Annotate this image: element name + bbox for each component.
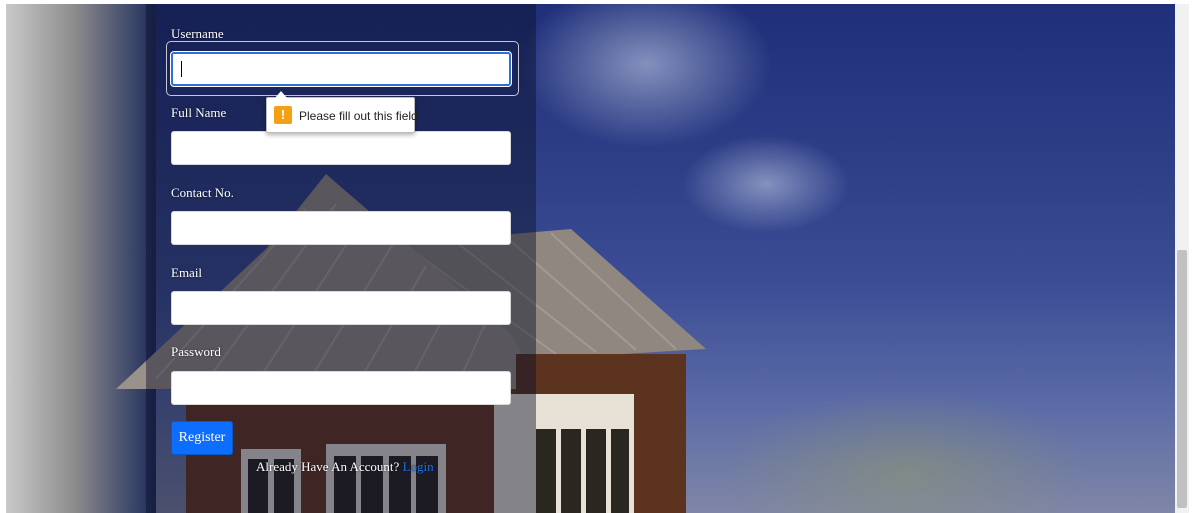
contact-no-label: Contact No. <box>171 185 234 200</box>
full-name-input[interactable] <box>171 131 511 165</box>
login-link[interactable]: Login <box>403 459 434 474</box>
contact-no-input[interactable] <box>171 211 511 245</box>
email-input[interactable] <box>171 291 511 325</box>
email-label: Email <box>171 265 203 280</box>
validation-message: Please fill out this field. <box>299 109 422 123</box>
full-name-label: Full Name <box>171 105 227 120</box>
text-caret <box>181 61 182 77</box>
username-label: Username <box>171 26 224 41</box>
warning-icon: ! <box>274 106 292 124</box>
login-prompt: Already Have An Account? Login <box>256 459 434 475</box>
username-input[interactable] <box>171 52 511 86</box>
scrollbar-thumb[interactable] <box>1177 250 1187 508</box>
validation-tooltip: ! Please fill out this field. <box>266 91 421 133</box>
register-button[interactable]: Register <box>171 421 233 455</box>
login-prompt-text: Already Have An Account? <box>256 459 400 474</box>
password-label: Password <box>171 344 221 359</box>
tooltip-arrow <box>275 91 287 98</box>
password-input[interactable] <box>171 371 511 405</box>
